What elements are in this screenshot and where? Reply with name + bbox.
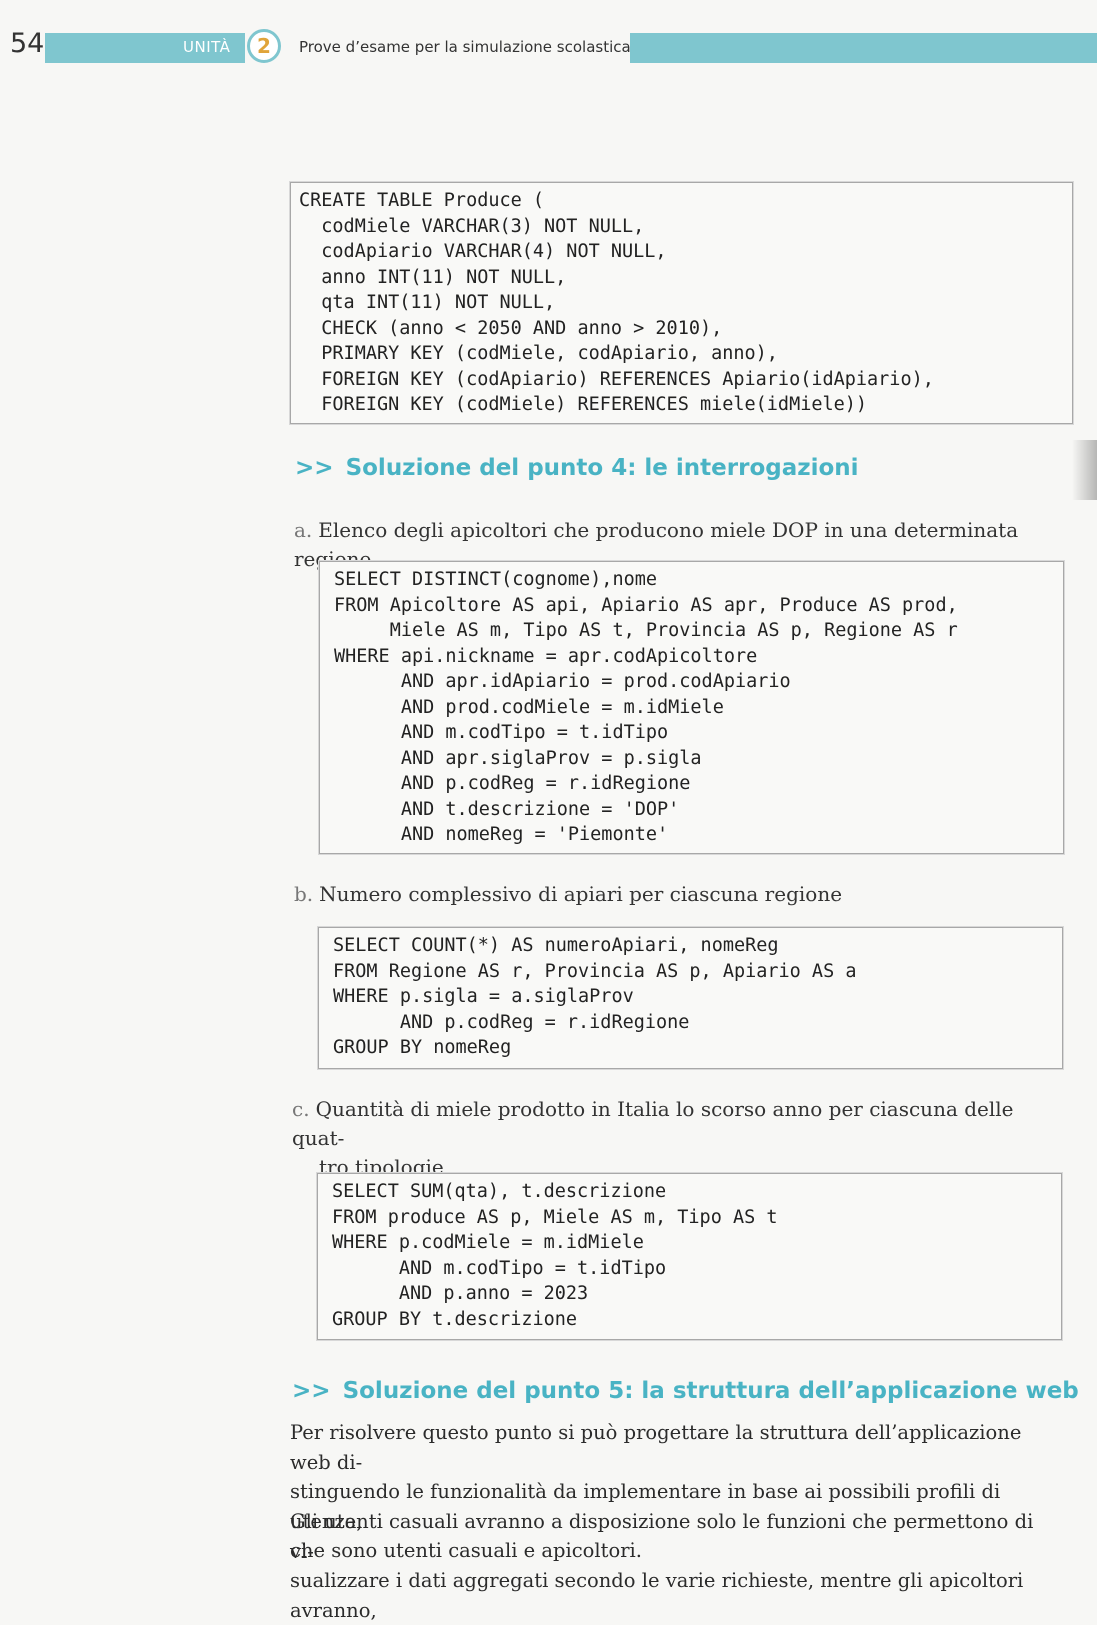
item-b: b. Numero complessivo di apiari per ciasc…	[294, 880, 842, 909]
unit-number-badge: 2	[247, 29, 281, 63]
unit-title: Prove d’esame per la simulazione scolast…	[299, 38, 631, 56]
item-letter: b.	[294, 882, 314, 906]
query-c-code-block: SELECT SUM(qta), t.descrizione FROM prod…	[317, 1173, 1062, 1340]
page-edge-shadow	[1072, 440, 1097, 500]
section-title: Soluzione del punto 4: le interrogazioni	[345, 455, 859, 481]
item-letter: a.	[294, 518, 313, 542]
section-arrows: >>	[292, 1378, 331, 1404]
item-letter: c.	[292, 1097, 310, 1121]
item-c: c. Quantità di miele prodotto in Italia l…	[292, 1095, 1072, 1182]
item-text: Numero complessivo di apiari per ciascun…	[319, 882, 843, 906]
paragraph-line: Per risolvere questo punto si può proget…	[290, 1421, 1022, 1474]
unit-label: UNITÀ	[183, 38, 231, 56]
paragraph-line: sualizzare i dati aggregati secondo le v…	[290, 1569, 1024, 1622]
query-a-code-block: SELECT DISTINCT(cognome),nome FROM Apico…	[319, 561, 1064, 854]
section-arrows: >>	[295, 455, 334, 481]
paragraph-line: Gli utenti casuali avranno a disposizion…	[290, 1510, 1034, 1563]
paragraph-2: Gli utenti casuali avranno a disposizion…	[290, 1507, 1060, 1625]
item-text-line1: Quantità di miele prodotto in Italia lo …	[292, 1097, 1014, 1150]
page-number: 54	[10, 28, 45, 59]
query-b-code-block: SELECT COUNT(*) AS numeroApiari, nomeReg…	[318, 927, 1063, 1069]
section-heading-point4: >> Soluzione del punto 4: le interrogazi…	[295, 455, 859, 481]
create-table-code-block: CREATE TABLE Produce ( codMiele VARCHAR(…	[290, 182, 1073, 424]
section-heading-point5: >> Soluzione del punto 5: la struttura d…	[292, 1378, 1079, 1404]
section-title: Soluzione del punto 5: la struttura dell…	[342, 1378, 1079, 1404]
